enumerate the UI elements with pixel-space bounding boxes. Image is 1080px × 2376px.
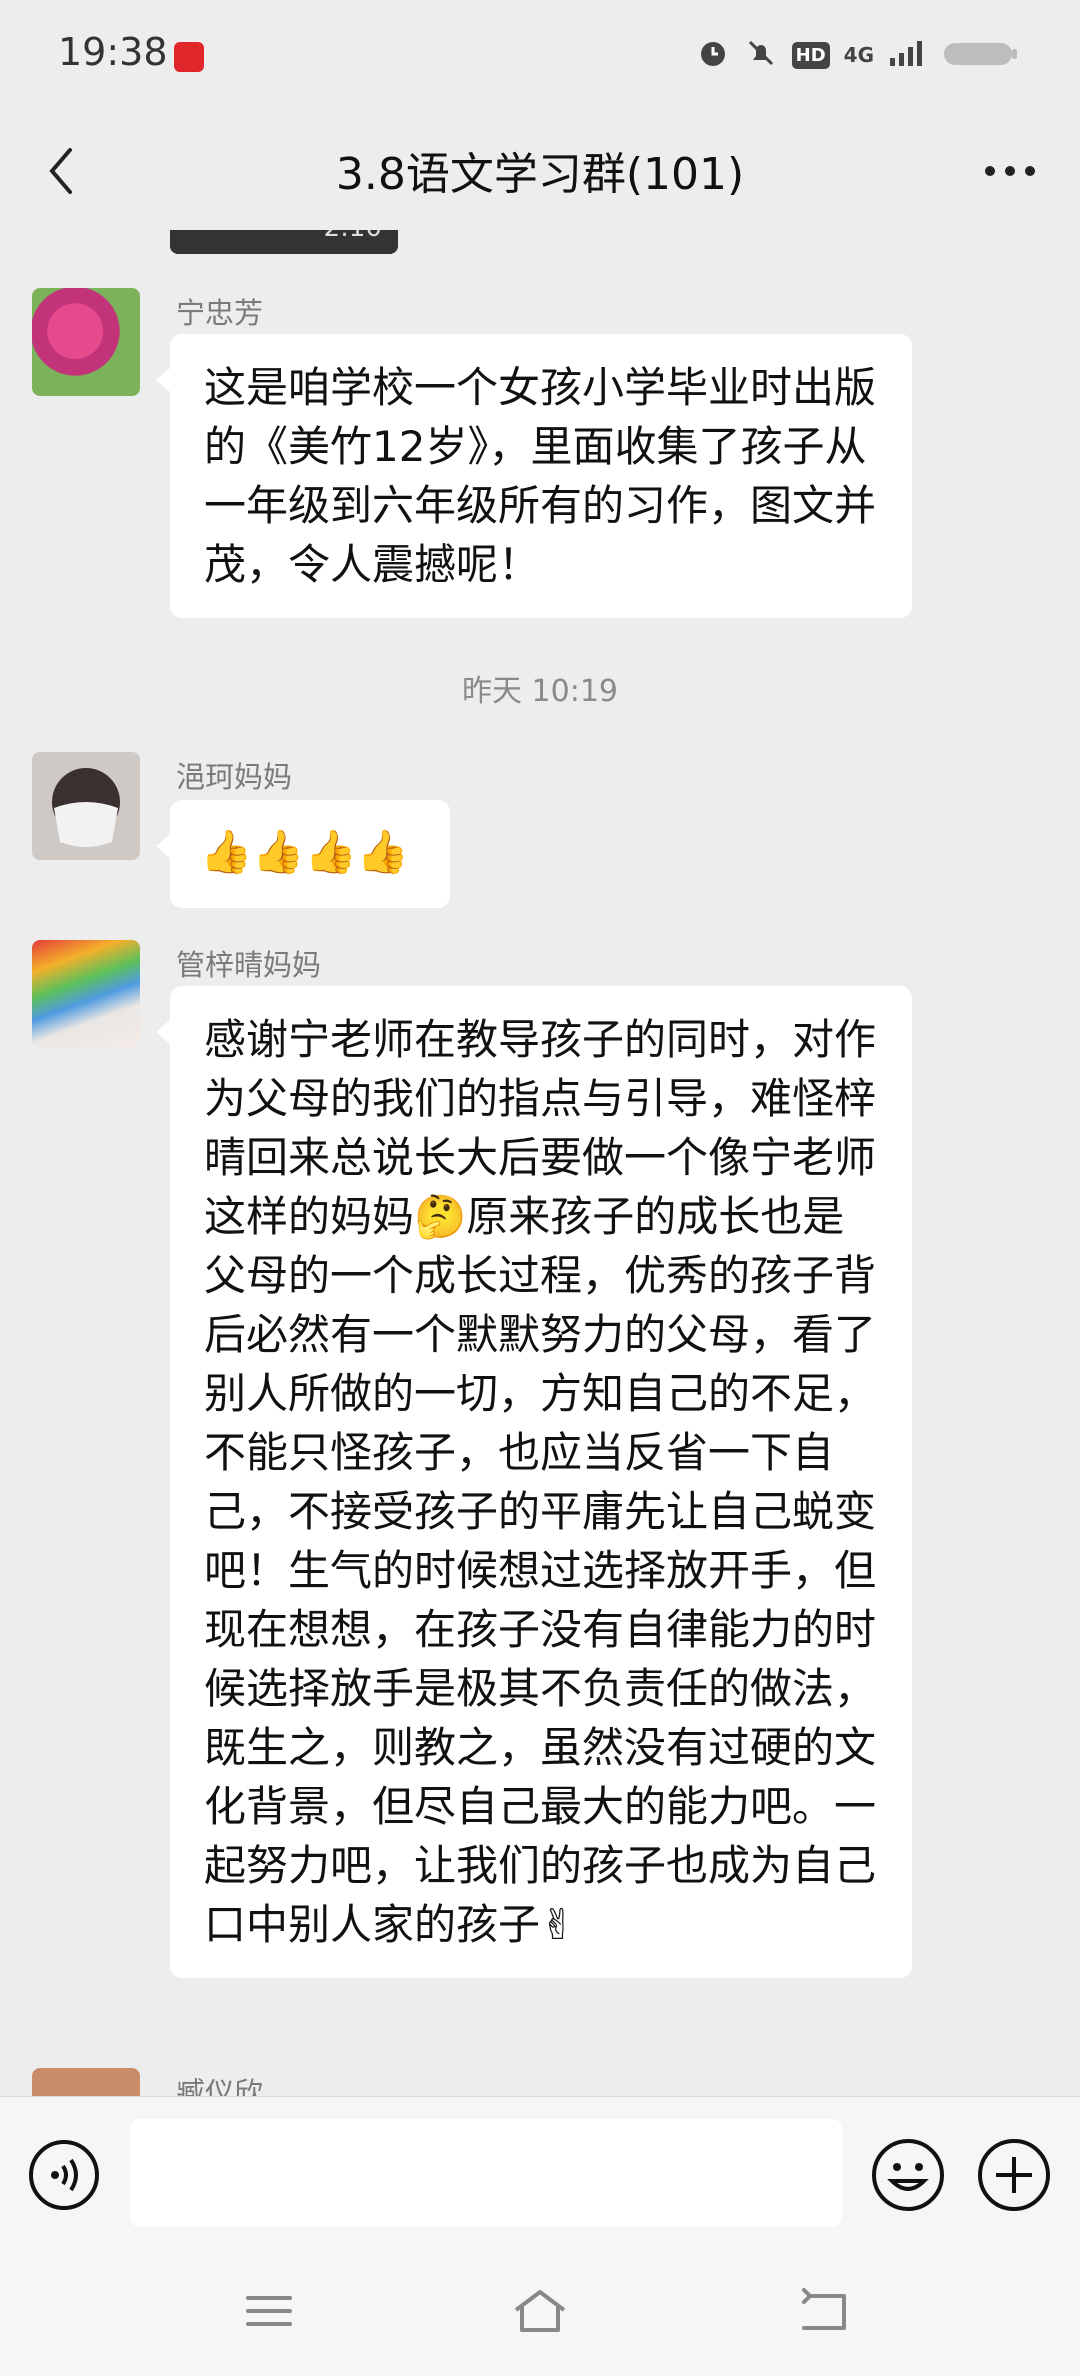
voice-icon (29, 2140, 99, 2210)
avatar[interactable] (32, 2068, 140, 2096)
emoji-button[interactable] (870, 2137, 946, 2213)
voice-button[interactable] (28, 2139, 100, 2211)
input-bar (0, 2096, 1080, 2247)
chat-area[interactable]: 2:10 宁忠芳 这是咱学校一个女孩小学毕业时出版的《美竹12岁》，里面收集了孩… (0, 230, 1080, 2096)
home-icon[interactable] (510, 2286, 570, 2336)
menu-icon[interactable] (244, 2286, 294, 2336)
app-notification-icon (174, 42, 204, 72)
sender-name: 宁忠芳 (176, 296, 264, 330)
more-button[interactable] (970, 136, 1050, 206)
plus-icon (978, 2139, 1050, 2211)
mute-icon (744, 36, 778, 74)
chat-title: 3.8语文学习群(101) (335, 149, 745, 200)
sender-name: 管梓晴妈妈 (176, 948, 322, 982)
avatar[interactable] (32, 288, 140, 396)
sender-name: 臧仪欣 (176, 2076, 264, 2096)
emoji-icon (872, 2139, 944, 2211)
message-bubble[interactable]: 感谢宁老师在教导孩子的同时，对作为父母的我们的指点与引导，难怪梓晴回来总说长大后… (156, 986, 912, 1978)
more-dots-icon (985, 166, 1035, 176)
message-input[interactable] (130, 2119, 842, 2227)
avatar[interactable] (32, 940, 140, 1048)
hd-icon: HD (791, 41, 830, 69)
more-actions-button[interactable] (976, 2137, 1052, 2213)
chat-header: 3.8语文学习群(101) (0, 110, 1080, 230)
system-navigation (0, 2246, 1080, 2376)
status-icons: HD 4G (696, 36, 1020, 74)
battery-icon (942, 37, 1020, 73)
avatar[interactable] (32, 752, 140, 860)
signal-icon (888, 38, 928, 72)
return-icon[interactable] (796, 2286, 852, 2336)
timestamp: 昨天 10:19 (462, 674, 618, 709)
message-bubble[interactable]: 👍👍👍👍 (156, 800, 450, 908)
status-bar: 19:38 HD 4G (0, 0, 1080, 110)
network-label: 4G (843, 43, 874, 67)
alarm-icon (696, 36, 730, 74)
status-time: 19:38 (58, 30, 168, 74)
video-duration: 2:10 (324, 230, 382, 243)
sender-name: 浥珂妈妈 (176, 760, 293, 794)
video-thumbnail[interactable]: 2:10 (170, 230, 398, 254)
message-bubble[interactable]: 这是咱学校一个女孩小学毕业时出版的《美竹12岁》，里面收集了孩子从一年级到六年级… (156, 334, 912, 618)
